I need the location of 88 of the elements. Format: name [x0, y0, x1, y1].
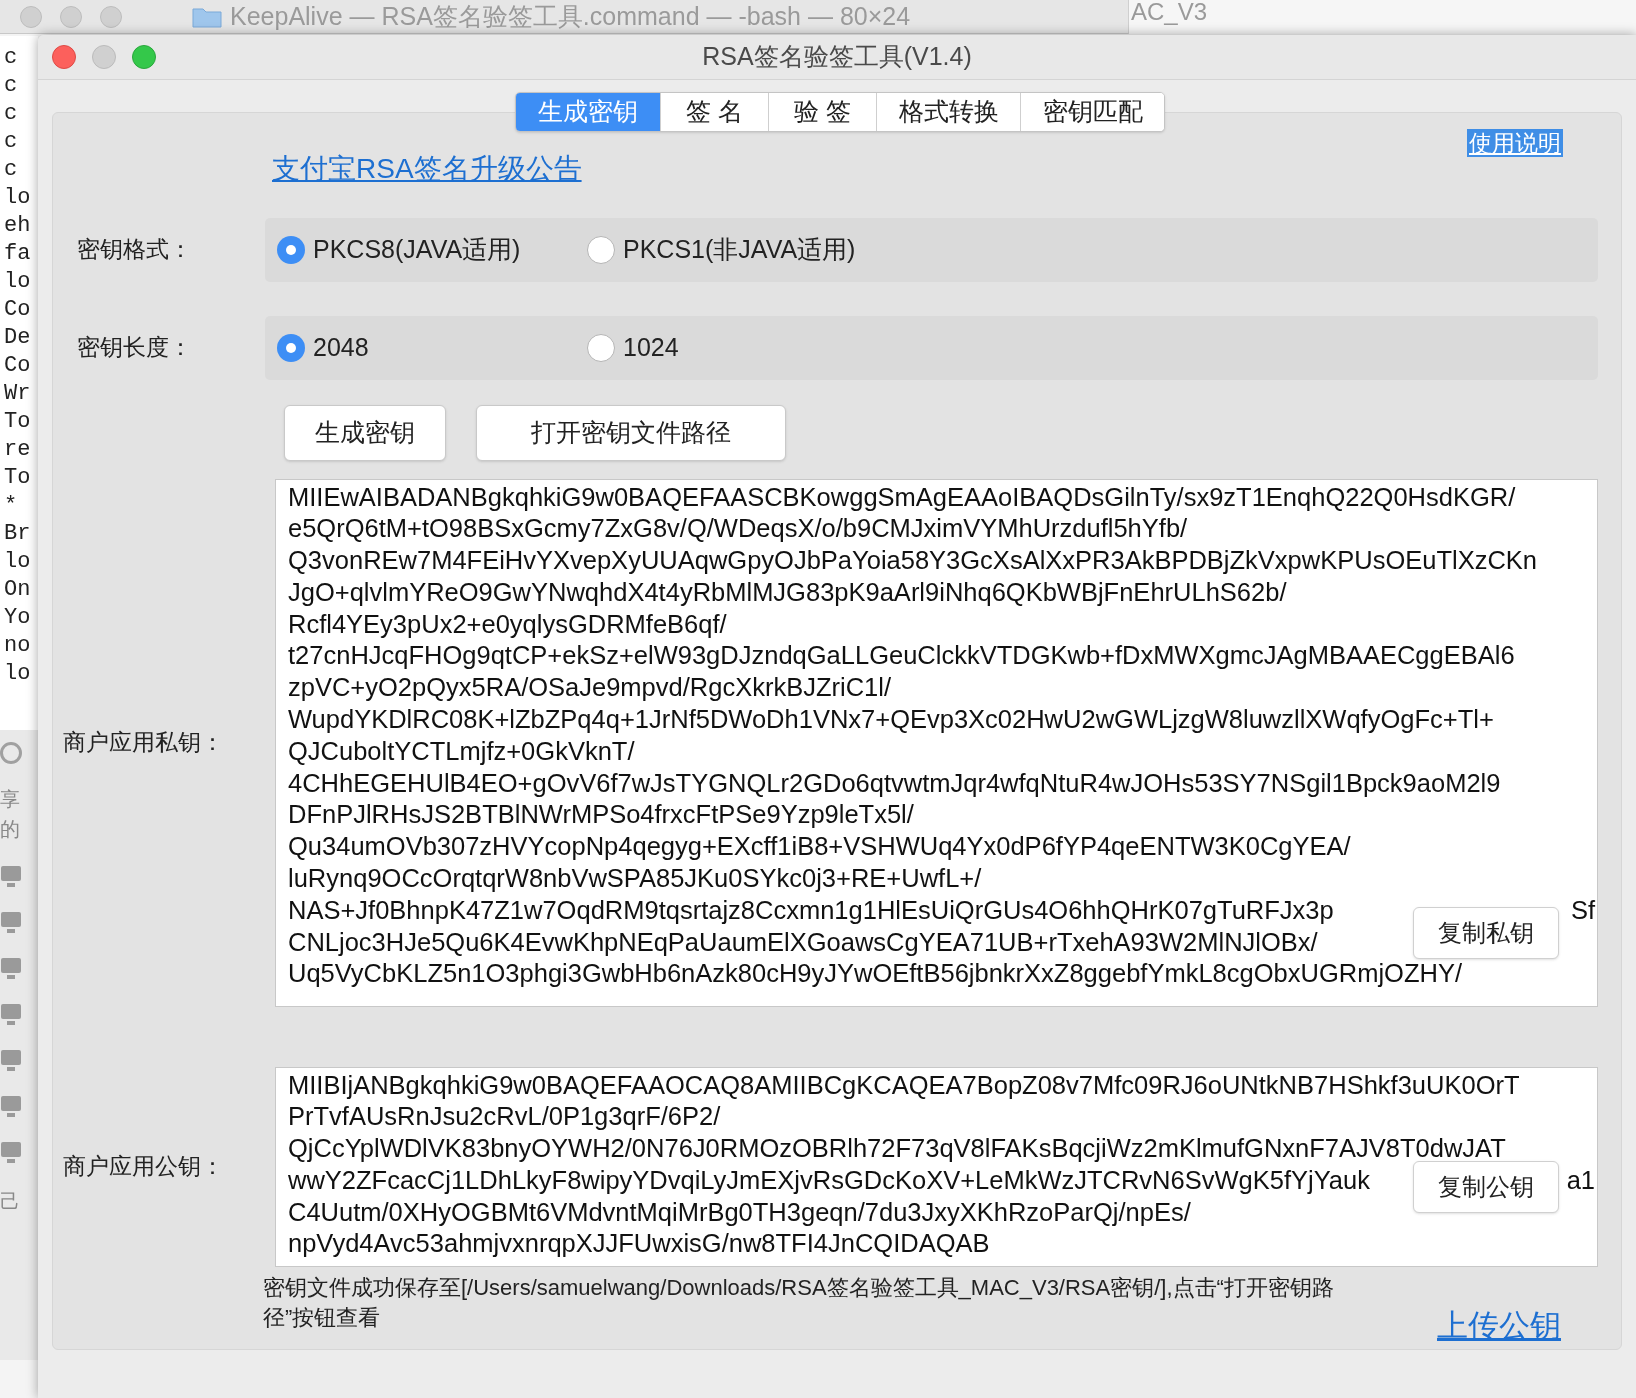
terminal-title: KeepAlive — RSA签名验签工具.command — -bash — 80×24 — [230, 0, 911, 32]
terminal-line: Co — [4, 297, 31, 322]
key-text-line: NAS+Jf0BhnpK47Z1w7OqdRM9tqsrtajz8Ccxmn1g1HlEsUiQrGUs4O6hhQHrK07gTuRFJx3p — [288, 895, 1334, 924]
terminal-line: lo — [4, 185, 31, 210]
key-text-fragment: Sf — [1570, 894, 1595, 926]
monitor-icon[interactable] — [0, 910, 22, 936]
terminal-line: Co — [4, 353, 31, 378]
key-text-line: Qu34umOVb307zHVYcopNp4qegyg+EXcff1iB8+VSHWUq4Yx0dP6fYP4qeENTW3K0CgYEA/ — [288, 832, 1351, 861]
copy-button[interactable]: 复制公钥 — [1413, 1160, 1559, 1213]
key-text-line: MIIBIjANBgkqhkiG9w0BAQEFAAOCAQ8AMIIBCgKCAQEA7BopZ08v7Mfc09RJ6oUNtkNB7HShkf3uUK0OrT — [288, 1070, 1520, 1099]
key-text-line: PrTvfAUsRnJsu2cRvL/0P1g3qrF/6P2/ — [288, 1102, 721, 1131]
radio-option[interactable]: PKCS8(JAVA适用) — [277, 230, 587, 269]
key-text-line: npVyd4Avc53ahmjvxnrqpXJJFUwxisG/nw8TFI4JnCQIDAQAB — [288, 1229, 990, 1258]
radio-option[interactable]: 2048 — [277, 328, 587, 367]
key-text-line: DFnPJlRHsJS2BTBlNWrMPSo4frxcFtPSe9Yzp9leTx5l/ — [288, 800, 914, 829]
terminal-line: c — [4, 73, 18, 98]
monitor-icon[interactable] — [0, 864, 22, 890]
key-text-line: JgO+qlvlmYReO9GwYNwqhdX4t4yRbMlMJG83pK9aArl9iNhq6QKbWBjFnEhrULhS62b/ — [288, 577, 1287, 606]
window-title: RSA签名验签工具(V1.4) — [702, 41, 972, 73]
terminal-line: fa — [4, 241, 31, 266]
terminal-line: c — [4, 129, 18, 154]
key-text-line: t27cnHJcqFHOg9qtCP+ekSz+elW93gDJzndqGaLLGeuClckkVTDGKwb+fDxMWXgmcJAgMBAAECggEBAl6 — [288, 641, 1515, 670]
minimize-button[interactable] — [92, 45, 116, 69]
key-text-line: e5QrQ6tM+tO98BSxGcmy7ZxG8v/Q/WDeqsX/o/b9CMJximVYMhUrzdufl5hYfb/ — [288, 514, 1188, 543]
window-title: AC_V3 — [1131, 0, 1208, 25]
field-label: 密钥格式： — [76, 235, 193, 265]
copy-button[interactable]: 复制私钥 — [1413, 906, 1559, 959]
sidebar-text: 己 — [0, 1189, 20, 1214]
monitor-icon[interactable] — [0, 1002, 22, 1028]
monitor-icon[interactable] — [0, 956, 22, 982]
radio-button[interactable] — [277, 235, 305, 264]
terminal-line: no — [4, 633, 31, 658]
status-message: 密钥文件成功保存至[/Users/samuelwang/Downloads/RSA签名验签工具_MAC_V3/RSA密钥/],点击“打开密钥路径”按钮查看 — [263, 1273, 1335, 1332]
key-text-line: WupdYKDlRC08K+lZbZPq4q+1JrNf5DWoDh1VNx7+QEvp3Xc02HwU2wGWLjzgW8luwzllXWqfyOgFc+Tl+ — [288, 705, 1494, 734]
terminal-line: eh — [4, 213, 31, 238]
terminal-line: c — [4, 157, 18, 182]
tab[interactable]: 签 名 — [660, 93, 768, 131]
key-text-line: MIIEwAIBADANBgkqhkiG9w0BAQEFAASCBKowggSmAgEAAoIBAQDsGilnTy/sx9zT1EnqhQ22Q0HsdKGR/ — [288, 482, 1516, 511]
field-label: 商户应用公钥： — [62, 1152, 225, 1182]
terminal-line: Yo — [4, 605, 31, 630]
terminal-line: c — [4, 101, 18, 126]
radio-option[interactable]: PKCS1(非JAVA适用) — [587, 230, 897, 269]
key-text-area[interactable] — [275, 478, 1598, 1007]
radio-button[interactable] — [587, 333, 615, 362]
radio-button[interactable] — [587, 235, 615, 264]
tab[interactable]: 密钥匹配 — [1020, 93, 1164, 131]
key-text-area[interactable] — [275, 1066, 1598, 1267]
key-text-fragment: a1 — [1566, 1164, 1595, 1196]
terminal-line: To — [4, 465, 31, 490]
key-text-line: wwY2ZFcacCj1LDhLkyF8wipyYDvqiLyJmEXjvRsGDcKoXV+LeMkWzJTCRvN6SvWgK5fYjYauk — [288, 1165, 1370, 1194]
field-label: 密钥长度： — [76, 333, 193, 363]
terminal-line: c — [4, 45, 18, 70]
tab[interactable]: 格式转换 — [876, 93, 1020, 131]
radio-button[interactable] — [277, 333, 305, 362]
field-label: 商户应用私钥： — [62, 728, 225, 758]
close-button[interactable] — [52, 45, 76, 69]
radio-option[interactable]: 1024 — [587, 328, 897, 367]
key-text-line: Uq5VyCbKLZ5n1O3phgi3GwbHb6nAzk80cH9yJYwOEftB56jbnkrXxZ8ggebfYmkL8cgObxUGRmjOZHY/ — [288, 959, 1462, 988]
terminal-line: lo — [4, 661, 31, 686]
terminal-line: * — [4, 493, 18, 518]
key-text-line: zpVC+yO2pQyx5RA/OSaJe9mpvd/RgcXkrkBJZriC1l/ — [288, 673, 891, 702]
upload-link[interactable]: 上传公钥 — [1437, 1302, 1561, 1349]
monitor-icon[interactable] — [0, 1094, 22, 1120]
terminal-line: Br — [4, 521, 31, 546]
key-text-line: 4CHhEGEHUlB4EO+gOvV6f7wJsTYGNQLr2GDo6qtvwtmJqr4wfqNtuR4wJOHs53SY7NSgil1Bpck9aoM2l9 — [288, 768, 1501, 797]
terminal-line: lo — [4, 269, 31, 294]
monitor-icon[interactable] — [0, 1140, 22, 1166]
tab[interactable]: 验 签 — [768, 93, 876, 131]
action-button[interactable]: 打开密钥文件路径 — [476, 404, 786, 461]
folder-icon — [192, 5, 222, 28]
monitor-icon[interactable] — [0, 1048, 22, 1074]
terminal-line: De — [4, 325, 31, 350]
action-button[interactable]: 生成密钥 — [284, 404, 446, 461]
key-text-line: QjCcYplWDlVK83bnyOYWH2/0N76J0RMOzOBRlh72F73qV8lFAKsBqcjiWz2mKlmufGNxnF7AJV8T0dwJAT — [288, 1134, 1506, 1163]
terminal-line: On — [4, 577, 31, 602]
key-text-line: Rcfl4YEy3pUx2+e0yqlysGDRMfeB6qf/ — [288, 609, 727, 638]
terminal-line: re — [4, 437, 31, 462]
sidebar-heading: 享的 — [0, 787, 21, 842]
key-text-line: C4Uutm/0XHyOGBMt6VMdvntMqiMrBg0TH3geqn/7du3JxyXKhRzoParQj/npEs/ — [288, 1197, 1191, 1226]
key-text-line: CNLjoc3HJe5Qu6K4EvwKhpNEqPaUaumElXGoawsCgYEA71UB+rTxehA93W2MlNJlOBx/ — [288, 927, 1318, 956]
key-text-line: Q3vonREw7M4FEiHvYXvepXyUUAqwGpyOJbPaYoia58Y3GcXsAlXxPR3AkBPDBjZkVxpwKPUsOEuTlXzCKn — [288, 546, 1538, 575]
key-text-line: QJCuboltYCTLmjfz+0GkVknT/ — [288, 736, 635, 765]
announcement-link[interactable]: 支付宝RSA签名升级公告 — [272, 147, 582, 190]
zoom-button[interactable] — [132, 45, 156, 69]
terminal-line: To — [4, 409, 31, 434]
key-text-line: luRynq9OCcOrqtqrW8nbVwSPA85JKu0SYkc0j3+RE+UwfL+/ — [288, 864, 982, 893]
terminal-line: Wr — [4, 381, 31, 406]
terminal-line: lo — [4, 549, 31, 574]
